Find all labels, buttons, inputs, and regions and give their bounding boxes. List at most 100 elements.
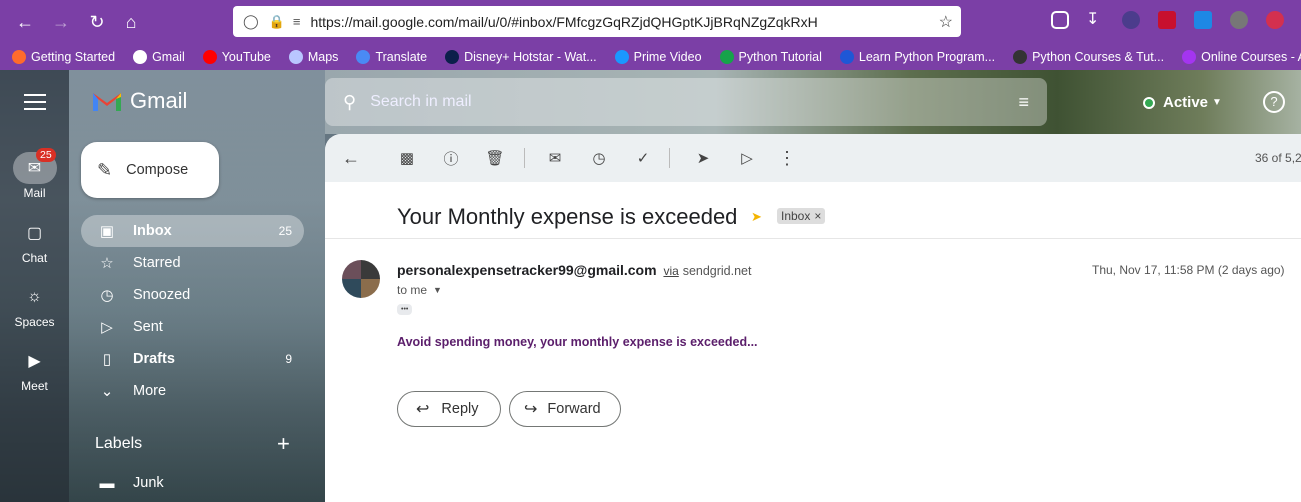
bookmark-star-icon[interactable]: ☆ xyxy=(939,12,953,32)
bookmark-item[interactable]: Prime Video xyxy=(603,49,708,64)
extension-red-icon[interactable] xyxy=(1158,11,1176,29)
rail-chat-label: Chat xyxy=(21,251,48,265)
archive-icon[interactable]: ▩ xyxy=(397,148,417,168)
recipient-details[interactable]: to me ▼ xyxy=(397,283,442,297)
message-toolbar: ← ▩ ⓘ 🗑 ✉ ◷ ✓ ➤ ▷ ⋮ 36 of 5,2 xyxy=(325,134,1301,182)
status-dot xyxy=(1143,96,1155,109)
add-task-icon[interactable]: ✓ xyxy=(633,148,653,168)
sidebar-item-more[interactable]: ⌄ More xyxy=(81,375,304,407)
bookmark-item[interactable]: Python Tutorial xyxy=(708,49,828,64)
gmail-logo[interactable]: Gmail xyxy=(91,88,187,114)
move-to-icon[interactable]: ➤ xyxy=(693,148,713,168)
bookmark-item[interactable]: Gmail xyxy=(121,49,191,64)
caret-down-icon: ▼ xyxy=(1212,97,1222,108)
browser-toolbar: ← → ↻ ⌂ ◯ 🔒 ≡ https://mail.google.com/ma… xyxy=(0,0,1301,43)
email-date: Thu, Nov 17, 11:58 PM (2 days ago) xyxy=(1092,263,1285,277)
extension-s-icon[interactable] xyxy=(1194,11,1212,29)
label-icon: ▬ xyxy=(99,474,115,492)
lock-icon: 🔒 xyxy=(268,13,285,29)
labels-icon[interactable]: ▷ xyxy=(737,148,757,168)
status-selector[interactable]: Active ▼ xyxy=(1143,94,1222,111)
forward-icon[interactable]: → xyxy=(48,9,74,35)
forward-button[interactable]: ↪ Forward xyxy=(509,391,621,427)
label-item-label: Junk xyxy=(133,475,164,491)
compose-button[interactable]: ✎ Compose xyxy=(81,142,219,198)
inbox-icon: ▣ xyxy=(99,223,115,240)
bookmark-favicon-icon xyxy=(719,49,734,64)
labels-heading: Labels xyxy=(95,435,143,452)
sidebar-item-snoozed[interactable]: ◷ Snoozed xyxy=(81,279,304,311)
sidebar-item-inbox[interactable]: ▣ Inbox 25 xyxy=(81,215,304,247)
search-input[interactable]: Search in mail xyxy=(370,93,471,111)
snooze-icon[interactable]: ◷ xyxy=(589,148,609,168)
help-icon[interactable]: ? xyxy=(1263,91,1285,113)
importance-marker-icon[interactable]: ➤ xyxy=(751,209,762,225)
toolbar-divider xyxy=(669,148,670,168)
gmail-app: ✉ Mail 25 ▢ Chat ☼ Spaces ▶ Meet Gmail ✎… xyxy=(0,70,1301,502)
sidebar-item-label: More xyxy=(133,383,167,399)
remove-tag-icon[interactable]: × xyxy=(814,209,821,223)
label-item-junk[interactable]: ▬ Junk xyxy=(81,467,304,499)
sidebar-item-count: 9 xyxy=(285,352,292,366)
avatar[interactable] xyxy=(342,260,380,298)
bookmark-item[interactable]: Online Courses - Anyti... xyxy=(1170,49,1301,64)
reload-icon[interactable]: ↻ xyxy=(84,9,110,35)
rail-meet[interactable]: ▶ Meet xyxy=(0,345,69,393)
bookmark-item[interactable]: Maps xyxy=(277,49,345,64)
url-text: https://mail.google.com/mail/u/0/#inbox/… xyxy=(310,13,818,30)
sidebar-item-count: 25 xyxy=(278,224,292,238)
delete-icon[interactable]: 🗑 xyxy=(485,148,505,168)
address-bar[interactable]: ◯ 🔒 ≡ https://mail.google.com/mail/u/0/#… xyxy=(233,6,961,37)
sidebar-item-drafts[interactable]: ▯ Drafts 9 xyxy=(81,343,304,375)
reply-label: Reply xyxy=(441,401,479,417)
sidebar-item-sent[interactable]: ▷ Sent xyxy=(81,311,304,343)
add-label-icon[interactable]: + xyxy=(277,431,290,457)
bookmark-item[interactable]: Python Courses & Tut... xyxy=(1001,49,1170,64)
permissions-icon: ≡ xyxy=(292,14,301,29)
bookmark-item[interactable]: Learn Python Program... xyxy=(828,49,1001,64)
rail-spaces-label: Spaces xyxy=(14,315,55,329)
reply-button[interactable]: ↩ Reply xyxy=(397,391,501,427)
downloads-icon[interactable]: ↧ xyxy=(1086,9,1104,28)
rail-mail[interactable]: ✉ Mail 25 xyxy=(0,148,69,200)
bookmark-item[interactable]: YouTube xyxy=(191,49,277,64)
sidebar-item-starred[interactable]: ☆ Starred xyxy=(81,247,304,279)
spaces-icon: ☼ xyxy=(27,288,42,305)
bookmark-item[interactable]: Getting Started xyxy=(0,49,121,64)
sender-email[interactable]: personalexpensetracker99@gmail.com xyxy=(397,262,657,278)
home-icon[interactable]: ⌂ xyxy=(118,9,144,35)
bookmark-label: Maps xyxy=(307,49,339,64)
divider xyxy=(325,238,1301,239)
report-spam-icon[interactable]: ⓘ xyxy=(441,148,461,168)
rail-spaces[interactable]: ☼ Spaces xyxy=(0,281,69,329)
rail-chat[interactable]: ▢ Chat xyxy=(0,217,69,265)
bookmark-item[interactable]: Translate xyxy=(344,49,433,64)
extension-close-icon[interactable] xyxy=(1266,11,1284,29)
sidebar-item-label: Inbox xyxy=(133,223,172,239)
bookmark-label: Disney+ Hotstar - Wat... xyxy=(464,49,597,64)
main-menu-icon[interactable] xyxy=(24,94,46,110)
back-to-inbox-icon[interactable]: ← xyxy=(341,148,361,168)
bookmark-favicon-icon xyxy=(614,49,629,64)
show-trimmed-button[interactable]: ••• xyxy=(397,304,413,315)
extension-avatar-icon[interactable] xyxy=(1122,11,1140,29)
more-options-icon[interactable]: ⋮ xyxy=(777,148,797,168)
ublock-icon[interactable] xyxy=(1230,11,1248,29)
back-icon[interactable]: ← xyxy=(12,9,38,35)
via-label[interactable]: via xyxy=(663,264,678,278)
search-options-icon[interactable]: ≡ xyxy=(1018,92,1029,113)
bookmark-favicon-icon xyxy=(445,49,460,64)
pocket-icon[interactable] xyxy=(1051,11,1069,29)
draft-icon: ▯ xyxy=(102,351,112,368)
sidebar-item-label: Starred xyxy=(133,255,181,271)
mark-unread-icon[interactable]: ✉ xyxy=(545,148,565,168)
bookmark-label: Getting Started xyxy=(31,49,116,64)
bookmark-label: Online Courses - Anyti... xyxy=(1201,49,1301,64)
bookmark-favicon-icon xyxy=(12,49,26,64)
send-icon: ▷ xyxy=(101,319,113,336)
status-label: Active xyxy=(1163,94,1209,111)
search-icon[interactable]: ⚲ xyxy=(343,92,356,113)
bookmark-item[interactable]: Disney+ Hotstar - Wat... xyxy=(433,49,603,64)
search-bar[interactable]: ⚲ Search in mail ≡ xyxy=(325,78,1047,126)
rail-meet-label: Meet xyxy=(21,379,48,393)
